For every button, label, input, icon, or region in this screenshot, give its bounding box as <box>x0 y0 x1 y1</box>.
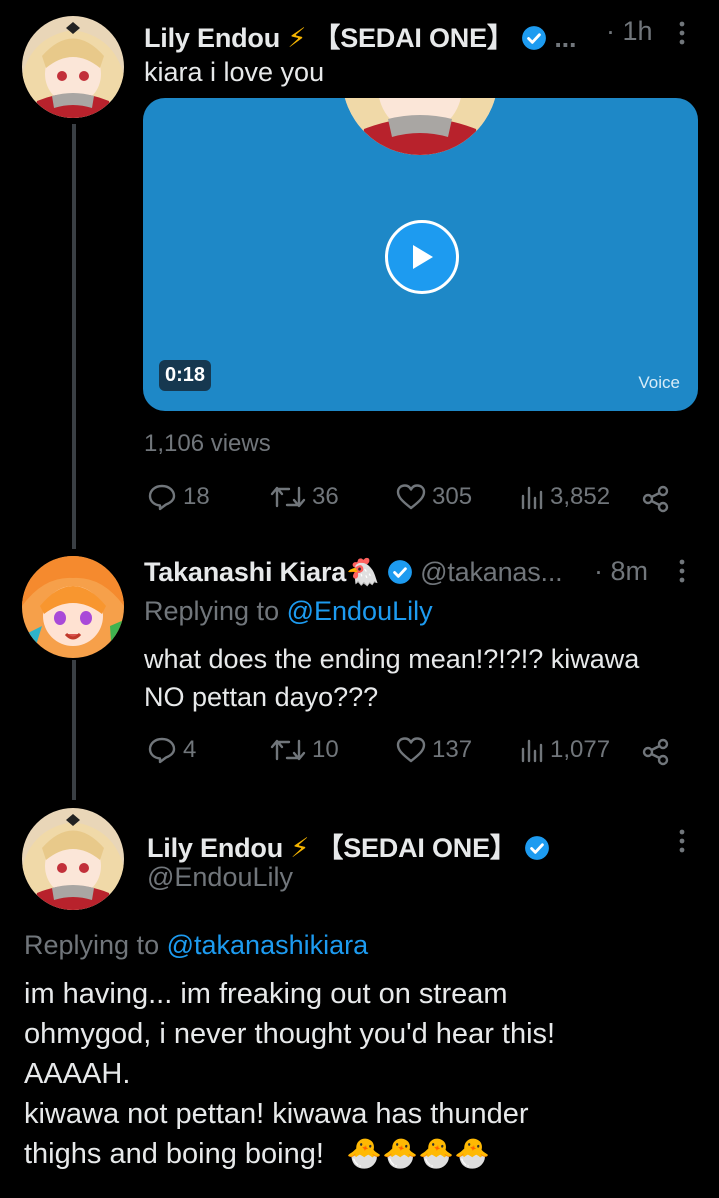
tweet2-text-line2: NO pettan dayo??? <box>144 682 379 712</box>
tweet1-author-tag: 【SEDAI ONE】 <box>313 23 514 53</box>
tweet3-replying-link[interactable]: @takanashikiara <box>167 930 369 960</box>
tweet2-views-button[interactable]: 1,077 <box>520 736 610 764</box>
tweet2-reply-count: 4 <box>183 736 197 763</box>
analytics-icon <box>521 486 543 510</box>
play-button[interactable] <box>385 220 459 294</box>
tweet3-text: im having... im freaking out on stream o… <box>24 974 704 1174</box>
tweet1-like-button[interactable]: 305 <box>396 483 472 511</box>
tweet1-view-count: 3,852 <box>550 483 611 510</box>
avatar-lily-image <box>22 16 124 118</box>
tweet2-view-count: 1,077 <box>550 736 611 763</box>
tweet2-replying-prefix: Replying to <box>144 596 280 626</box>
verified-badge-icon <box>387 560 412 584</box>
media-avatar-image <box>342 98 498 155</box>
tweet3-replying-to: Replying to @takanashikiara <box>24 930 368 961</box>
analytics-icon <box>521 739 543 763</box>
tweet1-ellipsis: ... <box>554 23 577 53</box>
tweet1-retweet-count: 36 <box>312 483 339 510</box>
tweet1-author-row: Lily Endou ⚡ 【SEDAI ONE】 ... <box>144 16 576 55</box>
tweet2-like-count: 137 <box>432 736 473 763</box>
tweet2-handle[interactable]: @takanas... <box>420 557 562 587</box>
voice-media-card[interactable]: 0:18 Voice <box>143 98 698 411</box>
tweet3-line-2: ohmygod, i never thought you'd hear this… <box>24 1018 556 1050</box>
tweet2-replying-to: Replying to @EndouLily <box>144 596 433 627</box>
tweet3-replying-prefix: Replying to <box>24 930 160 960</box>
tweet1-retweet-button[interactable]: 36 <box>270 483 339 511</box>
tweet1-views-button[interactable]: 3,852 <box>520 483 610 511</box>
tweet1-time[interactable]: · 1h <box>606 16 653 47</box>
share-icon[interactable] <box>641 738 671 766</box>
tweet1-like-count: 305 <box>432 483 473 510</box>
tweet1-reply-count: 18 <box>183 483 210 510</box>
tweet2-text-line1: what does the ending mean!?!?!? kiwawa <box>144 644 640 674</box>
tweet3-emojis: 🐣🐣🐣🐣 <box>345 1138 491 1170</box>
tweet2-author-name[interactable]: Takanashi Kiara <box>144 557 346 587</box>
avatar-kiara[interactable] <box>22 556 124 658</box>
tweet2-retweet-button[interactable]: 10 <box>270 736 339 764</box>
verified-badge-icon <box>522 26 546 50</box>
tweet2-reply-button[interactable]: 4 <box>147 736 196 764</box>
retweet-icon <box>270 739 306 761</box>
tweet3-line-4: kiwawa not pettan! kiwawa has thunder <box>24 1098 529 1130</box>
tweet1-reply-button[interactable]: 18 <box>147 483 210 511</box>
tweet3-line-5-row: thighs and boing boing! 🐣🐣🐣🐣 <box>24 1134 704 1174</box>
tweet1-text: kiara i love you <box>144 57 325 87</box>
tweet3-author-emoji: ⚡ <box>290 833 310 863</box>
tweet3-author-name[interactable]: Lily Endou <box>147 833 283 863</box>
more-options-icon[interactable] <box>677 20 687 46</box>
tweet3-line-1: im having... im freaking out on stream <box>24 978 508 1010</box>
tweet2-like-button[interactable]: 137 <box>396 736 472 764</box>
tweet3-line-5: thighs and boing boing! <box>24 1138 324 1170</box>
tweet2-time[interactable]: · 8m <box>594 556 648 587</box>
reply-icon <box>148 484 176 511</box>
more-options-icon[interactable] <box>677 558 687 584</box>
share-icon[interactable] <box>641 485 671 513</box>
heart-icon <box>396 737 426 763</box>
tweet2-author-row: Takanashi Kiara🐔 @takanas... <box>144 556 563 588</box>
thread-line-2 <box>72 660 76 800</box>
heart-icon <box>396 484 426 510</box>
verified-badge-icon <box>525 836 549 860</box>
tweet2-author-emoji: 🐔 <box>346 557 380 587</box>
tweet1-author-name[interactable]: Lily Endou <box>144 23 280 53</box>
avatar-kiara-image <box>22 556 124 658</box>
avatar-lily-image <box>22 808 124 910</box>
retweet-icon <box>270 486 306 508</box>
tweet1-author-emoji: ⚡ <box>287 23 307 53</box>
tweet3-author-tag: 【SEDAI ONE】 <box>316 833 517 863</box>
thread-line-1 <box>72 124 76 549</box>
tweet3-author-row: Lily Endou ⚡ 【SEDAI ONE】 <box>147 826 550 865</box>
more-options-icon[interactable] <box>677 828 687 854</box>
play-icon <box>413 245 433 269</box>
media-voice-label: Voice <box>638 373 680 392</box>
tweet3-handle[interactable]: @EndouLily <box>147 862 293 893</box>
media-duration: 0:18 <box>159 360 212 391</box>
reply-icon <box>148 737 176 764</box>
avatar-lily-main[interactable] <box>22 808 124 910</box>
tweet3-line-3: AAAAH. <box>24 1058 131 1090</box>
tweet2-retweet-count: 10 <box>312 736 339 763</box>
avatar-lily[interactable] <box>22 16 124 118</box>
tweet2-replying-link[interactable]: @EndouLily <box>287 596 433 626</box>
tweet1-views: 1,106 views <box>144 430 271 457</box>
tweet2-text: what does the ending mean!?!?!? kiwawa N… <box>144 640 639 716</box>
